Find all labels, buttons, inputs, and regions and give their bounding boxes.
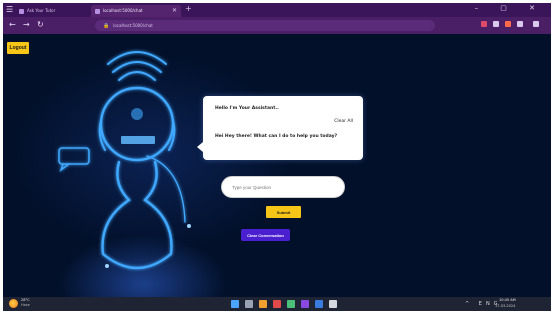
profile-icon[interactable] [517,21,523,27]
clear-conversation-button[interactable]: Clear Conversation [241,229,290,241]
new-tab-button[interactable]: + [185,4,192,13]
robot-eye [131,108,143,120]
chat-window: Hello I'm Your Assistant.. Clear All Hei… [197,96,363,160]
close-tab-icon[interactable]: ✕ [172,5,177,17]
search-icon[interactable] [245,300,253,308]
app-icon[interactable] [287,300,295,308]
chat-bubble-icon [58,147,90,165]
tab-bar: ☰ Ask Your Tutor localhost:5000/chat ✕ +… [3,3,551,17]
robot-body [101,160,173,270]
window-controls[interactable]: – ▢ ✕ [475,4,545,12]
weather-description: Haze [21,303,30,307]
clear-all-link[interactable]: Clear All [334,119,353,124]
weather-icon[interactable] [9,299,18,308]
robot-illustration [58,51,191,270]
address-bar[interactable]: 🔒 localhost:5000/chat [95,20,435,31]
logout-button[interactable]: Logout [7,42,29,54]
clock-date[interactable]: 17-03-2024 [495,304,515,308]
taskbar: 28°C Haze ^ ENG 10:45 AM 17-03-2024 [3,297,551,311]
browser-menu-icon[interactable] [533,21,539,27]
extension-icon[interactable] [505,21,511,27]
tab-label: localhost:5000/chat [103,8,143,13]
reload-button[interactable]: ↻ [37,20,44,29]
question-input[interactable] [221,176,345,198]
url-text: localhost:5000/chat [113,23,153,28]
robot-visor [121,136,155,144]
start-icon[interactable] [231,300,239,308]
favicon-icon [95,8,100,14]
app-icon[interactable] [273,300,281,308]
robot-head [99,86,175,162]
tab-ask-your-tutor[interactable]: Ask Your Tutor [15,5,77,17]
lock-icon: 🔒 [103,23,110,29]
clock-time[interactable]: 10:45 AM [499,298,516,302]
browser-window: ☰ Ask Your Tutor localhost:5000/chat ✕ +… [3,3,551,311]
signal-arc [118,71,156,81]
browser-icon[interactable] [301,300,309,308]
chat-page: Logout Hello I'm Your Assistant.. Clear … [3,34,551,297]
tab-label: Ask Your Tutor [27,8,56,13]
tab-active-chat[interactable]: localhost:5000/chat ✕ [91,5,181,17]
signal-arc [112,61,162,73]
assistant-question: Hei Hey there! What can I do to help you… [215,134,338,139]
app-icon[interactable] [315,300,323,308]
menu-icon[interactable]: ☰ [6,5,13,14]
weather-temperature: 28°C [21,298,30,302]
forward-button[interactable]: → [23,20,30,29]
extension-icon[interactable] [481,21,487,27]
file-explorer-icon[interactable] [259,300,267,308]
assistant-greeting: Hello I'm Your Assistant.. [215,106,279,111]
extension-icon[interactable] [493,21,499,27]
glow-spark [105,264,109,268]
back-button[interactable]: ← [9,20,16,29]
browser-toolbar: ← → ↻ 🔒 localhost:5000/chat [3,17,551,34]
app-icon[interactable] [329,300,337,308]
submit-button[interactable]: Submit [266,206,301,218]
favicon-icon [19,8,24,14]
glow-spark [187,224,191,228]
